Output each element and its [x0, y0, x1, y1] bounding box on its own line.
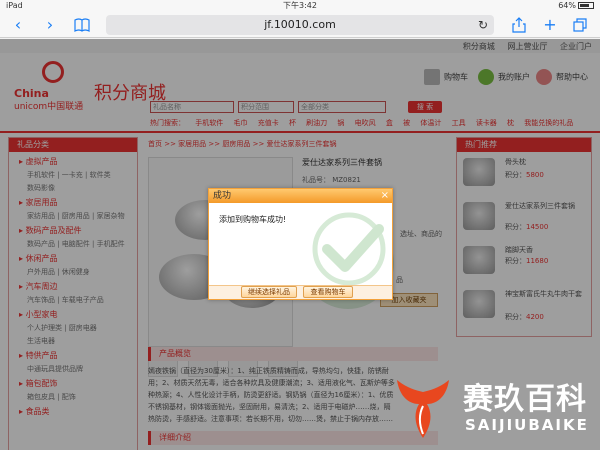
url-text: jf.10010.com [264, 18, 336, 31]
watermark-cn-text: 赛玖百科 [463, 382, 587, 417]
watermark-en-text: SAIJIUBAIKE [465, 416, 589, 434]
battery-percent: 64% [558, 1, 576, 10]
address-bar[interactable]: jf.10010.com ↻ [106, 15, 494, 35]
view-cart-button[interactable]: 查看购物车 [303, 286, 353, 298]
tabs-icon[interactable] [570, 15, 590, 37]
check-mark-icon [312, 212, 386, 286]
battery-icon [578, 2, 594, 9]
back-icon[interactable]: ‹ [8, 15, 28, 35]
status-bar: iPad 下午3:42 64% [0, 0, 600, 12]
bookmarks-icon[interactable] [72, 15, 92, 37]
share-icon[interactable] [509, 15, 529, 38]
dialog-header: 成功 × [209, 189, 392, 203]
dialog-message: 添加到购物车成功! [219, 215, 287, 224]
dialog-title: 成功 [213, 191, 232, 201]
dialog-footer [209, 285, 392, 299]
browser-toolbar: ‹ › jf.10010.com ↻ + [0, 12, 600, 38]
screen: iPad 下午3:42 64% ‹ › jf.10010.com ↻ + 积分商… [0, 0, 600, 450]
battery-status: 64% [558, 0, 594, 12]
success-dialog: 成功 × 添加到购物车成功! [208, 188, 393, 300]
forward-icon[interactable]: › [40, 15, 60, 35]
clock: 下午3:42 [283, 1, 317, 10]
new-tab-icon[interactable]: + [540, 15, 560, 35]
watermark-logo: 赛玖百科 SAIJIUBAIKE [385, 366, 600, 450]
close-icon[interactable]: × [381, 189, 389, 202]
reload-icon[interactable]: ↻ [478, 15, 488, 35]
whale-tail-icon [397, 380, 449, 438]
continue-shopping-button[interactable]: 继续选择礼品 [241, 286, 297, 298]
